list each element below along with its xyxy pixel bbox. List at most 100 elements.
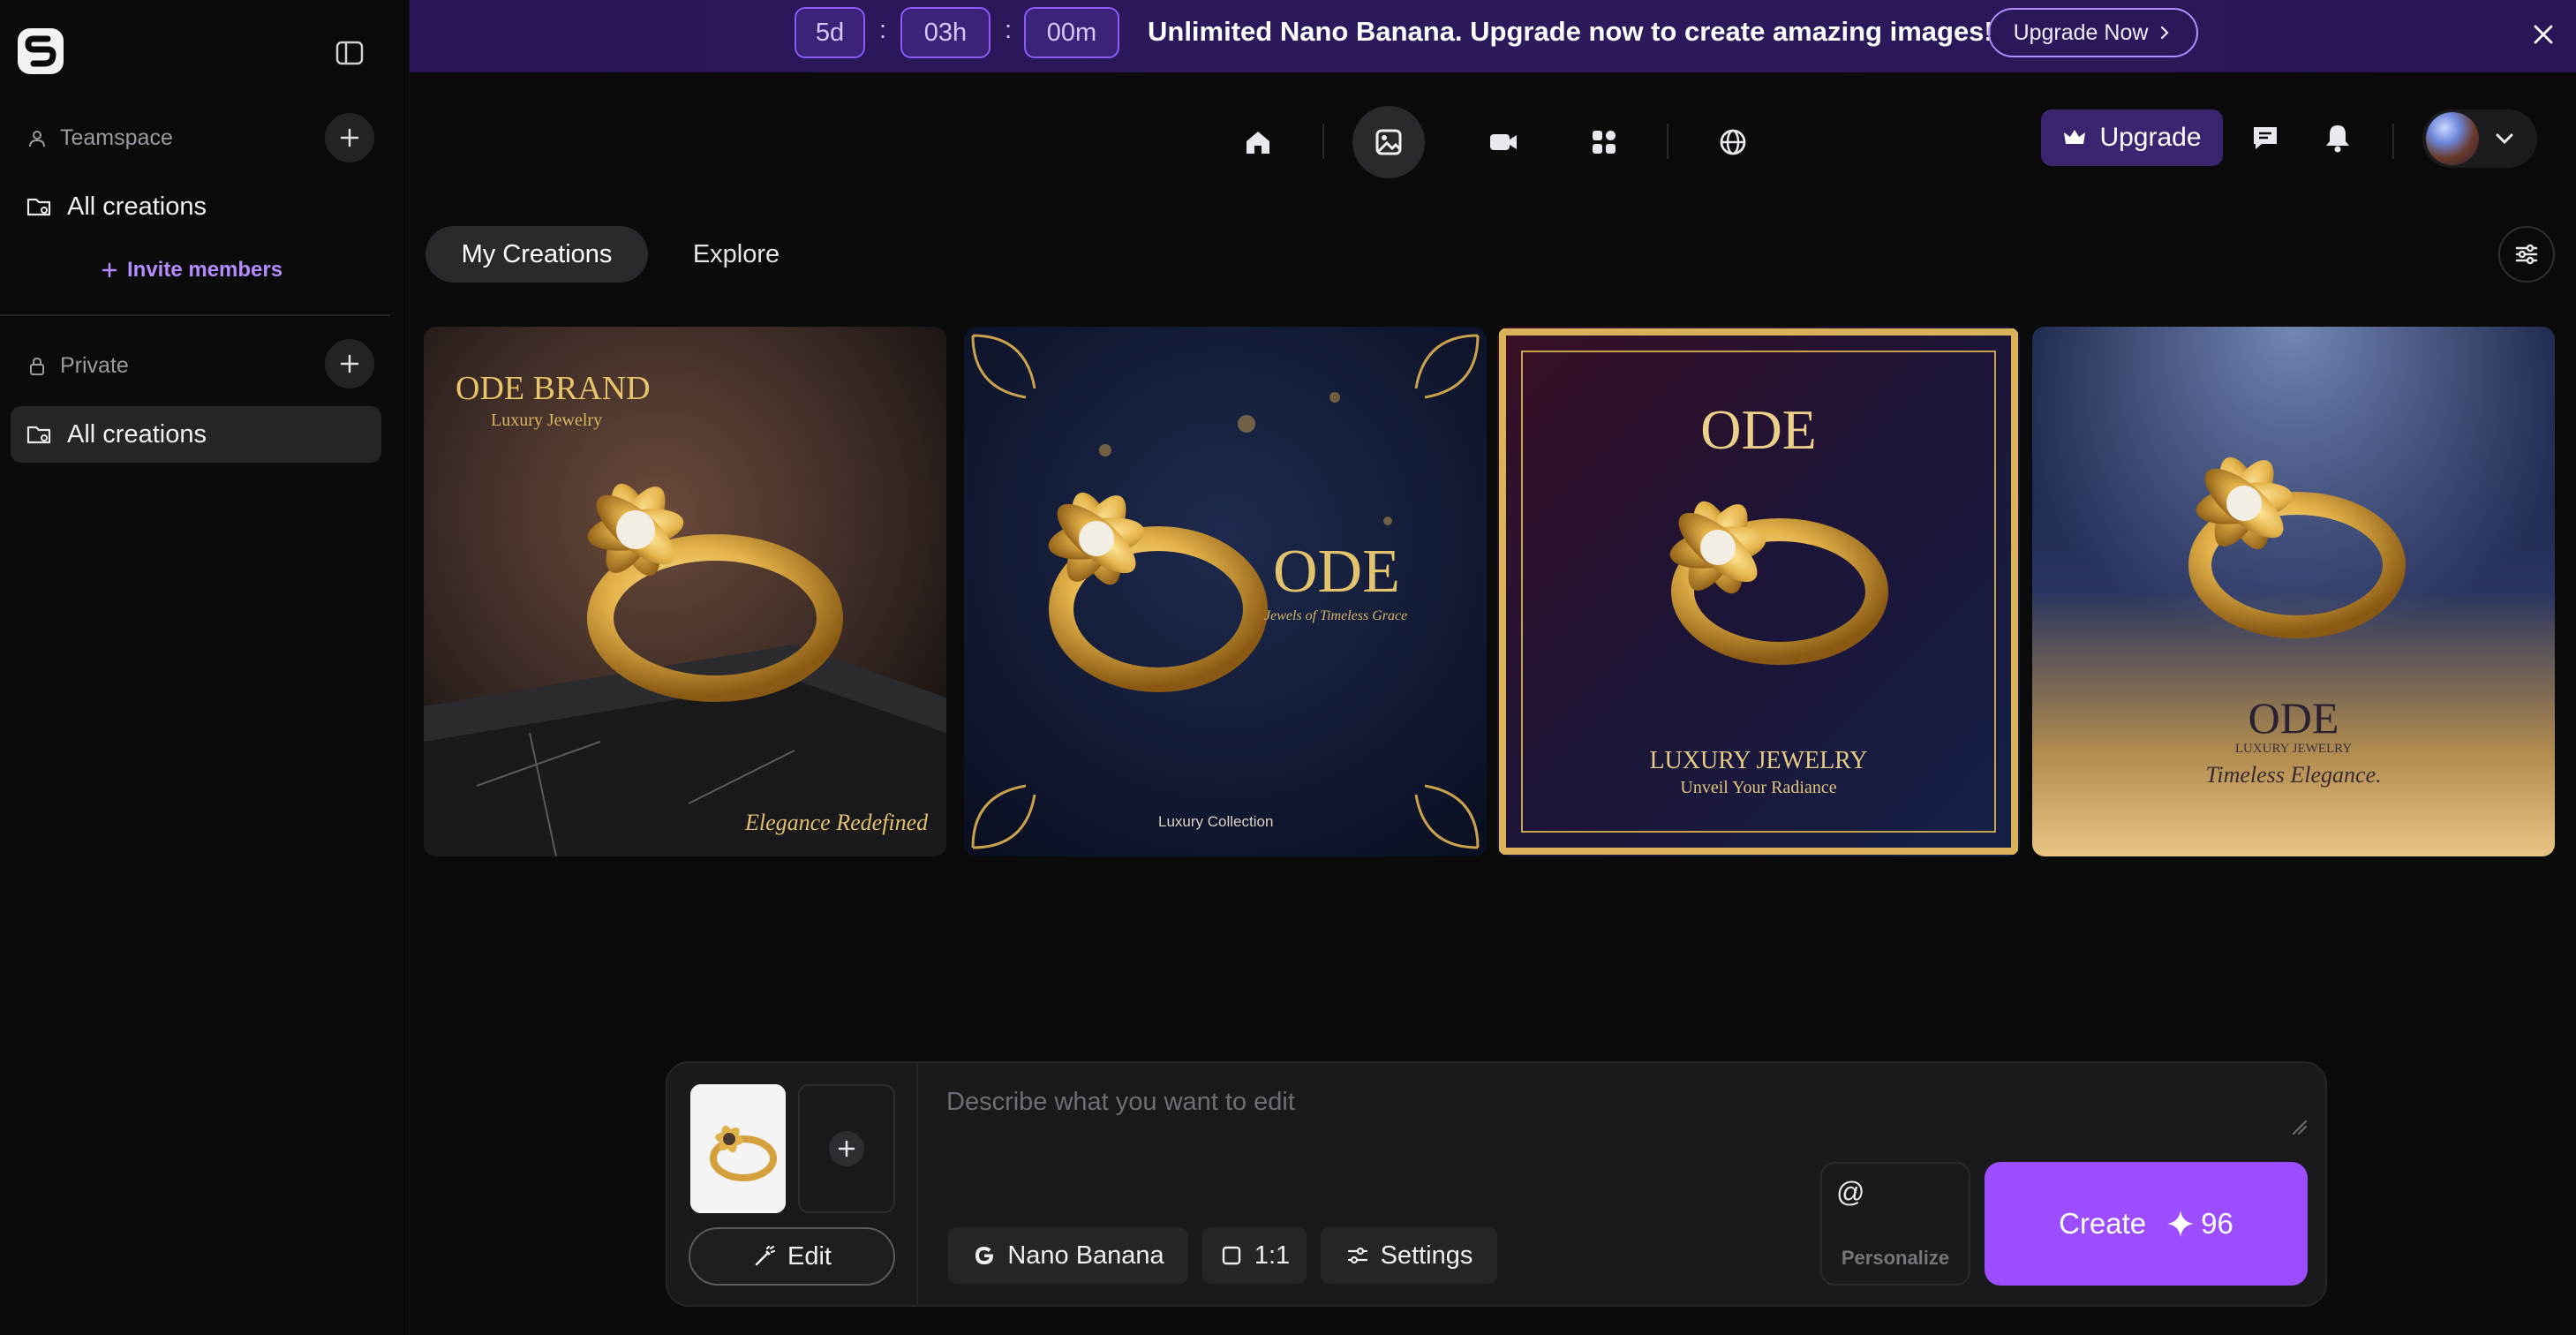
prompt-divider [916, 1063, 918, 1305]
nav-community[interactable] [1697, 106, 1769, 178]
prompt-composer: Edit Nano Banana 1:1 Settings @ Personal… [666, 1061, 2327, 1307]
filter-button[interactable] [2498, 226, 2555, 283]
card-brand: ODE [2248, 693, 2339, 743]
invite-label: Invite members [127, 258, 283, 282]
edit-label: Edit [787, 1241, 832, 1271]
home-icon [1247, 132, 1269, 154]
notifications-button[interactable] [2322, 122, 2354, 154]
aspect-ratio-label: 1:1 [1254, 1241, 1291, 1270]
sidebar-item-label: All creations [67, 192, 207, 221]
card-subtitle: LUXURY JEWELRY [1649, 747, 1867, 774]
globe-icon [1720, 129, 1746, 155]
aspect-ratio-selector[interactable]: 1:1 [1202, 1227, 1307, 1284]
card-tagline: Timeless Elegance. [2205, 762, 2381, 788]
upgrade-now-button[interactable]: Upgrade Now [1988, 8, 2198, 57]
sidebar-item-team-all-creations[interactable]: All creations [11, 178, 381, 235]
chevron-down-icon [2496, 133, 2513, 145]
at-icon: @ [1836, 1176, 1865, 1208]
model-label: Nano Banana [1007, 1241, 1164, 1270]
personalize-button[interactable]: @ Personalize [1820, 1162, 1970, 1286]
timer-separator: : [879, 16, 887, 44]
plus-icon [340, 128, 359, 147]
upgrade-button[interactable]: Upgrade [2041, 109, 2223, 166]
video-icon [1490, 134, 1517, 150]
upgrade-now-label: Upgrade Now [2013, 19, 2149, 45]
nav-separator [1667, 124, 1668, 159]
folder-icon [26, 198, 51, 216]
sidebar-divider [0, 314, 390, 316]
gallery-image[interactable]: ODE BRAND Luxury Jewelry Elegance Redefi… [424, 327, 946, 856]
add-teamspace-button[interactable] [325, 113, 374, 162]
magic-wand-icon [755, 1245, 776, 1266]
prompt-input[interactable] [946, 1088, 2306, 1158]
close-icon [2534, 25, 2553, 44]
add-private-button[interactable] [325, 339, 374, 388]
nav-video[interactable] [1467, 106, 1540, 178]
apps-icon [1593, 131, 1616, 154]
square-icon [1222, 1246, 1241, 1265]
promo-message: Unlimited Nano Banana. Upgrade now to cr… [1148, 16, 1993, 47]
card-tagline: Elegance Redefined [744, 810, 929, 835]
promo-banner: 5d : 03h : 00m Unlimited Nano Banana. Up… [410, 0, 2576, 72]
plus-icon [340, 354, 359, 373]
nav-home[interactable] [1222, 106, 1294, 178]
card-tagline: Unveil Your Radiance [1680, 778, 1836, 797]
feedback-button[interactable] [2249, 122, 2281, 154]
folder-icon [26, 426, 51, 444]
sliders-icon [2515, 244, 2538, 265]
credit-count: 96 [2201, 1207, 2233, 1240]
card-subtitle: Luxury Jewelry [491, 411, 602, 430]
teamspace-label: Teamspace [60, 125, 173, 150]
personalize-label: Personalize [1841, 1247, 1950, 1269]
team-icon [29, 130, 45, 147]
timer-minutes: 00m [1024, 7, 1119, 58]
crown-icon [2064, 130, 2086, 144]
nav-separator [2392, 124, 2394, 159]
card-brand: ODE BRAND [456, 370, 651, 407]
gallery-image[interactable]: ODE Jewels of Timeless Grace Luxury Coll… [964, 327, 1487, 856]
invite-members-link[interactable]: Invite members [101, 258, 282, 283]
private-header: Private [26, 353, 129, 379]
card-subtitle: Jewels of Timeless Grace [1264, 608, 1407, 623]
gallery-image[interactable]: ODE LUXURY JEWELRY Timeless Elegance. [2032, 327, 2555, 856]
chevron-right-icon [2161, 26, 2169, 40]
timer-separator: : [1005, 16, 1013, 44]
settings-label: Settings [1380, 1241, 1473, 1270]
sidebar: Teamspace All creations Invite members P… [0, 0, 410, 1335]
app-logo[interactable] [16, 26, 65, 76]
lock-icon [30, 357, 44, 375]
card-tagline: Luxury Collection [1158, 813, 1273, 830]
profile-menu[interactable] [2422, 109, 2537, 168]
sidebar-toggle-icon[interactable] [334, 37, 365, 69]
nav-separator [1322, 124, 1324, 159]
create-label: Create [2059, 1207, 2147, 1240]
edit-button[interactable]: Edit [689, 1227, 895, 1286]
model-selector[interactable]: Nano Banana [948, 1227, 1188, 1284]
card-brand: ODE [1700, 398, 1817, 461]
gallery-image[interactable]: ODE LUXURY JEWELRY Unveil Your Radiance [1497, 327, 2020, 856]
reference-image-thumbnail[interactable] [690, 1084, 786, 1213]
tab-explore[interactable]: Explore [664, 226, 809, 283]
nav-image[interactable] [1352, 106, 1425, 178]
private-label: Private [60, 353, 129, 378]
sidebar-item-label: All creations [67, 419, 207, 449]
timer-days: 5d [795, 7, 865, 58]
google-icon [975, 1247, 994, 1264]
sidebar-item-private-all-creations[interactable]: All creations [11, 406, 381, 463]
settings-button[interactable]: Settings [1321, 1227, 1497, 1284]
plus-icon [102, 262, 117, 278]
sparkle-icon [2167, 1211, 2195, 1237]
chat-icon [2254, 127, 2277, 149]
image-icon [1375, 129, 1402, 155]
resize-handle-icon[interactable] [2290, 1118, 2308, 1135]
add-reference-button[interactable] [798, 1084, 895, 1213]
close-banner-button[interactable] [2528, 19, 2558, 49]
teamspace-header: Teamspace [26, 125, 173, 151]
upgrade-label: Upgrade [2099, 123, 2202, 152]
avatar [2426, 112, 2479, 165]
create-button[interactable]: Create 96 [1985, 1162, 2308, 1286]
plus-icon [838, 1140, 855, 1158]
timer-hours: 03h [900, 7, 990, 58]
nav-apps[interactable] [1568, 106, 1640, 178]
tab-my-creations[interactable]: My Creations [426, 226, 648, 283]
